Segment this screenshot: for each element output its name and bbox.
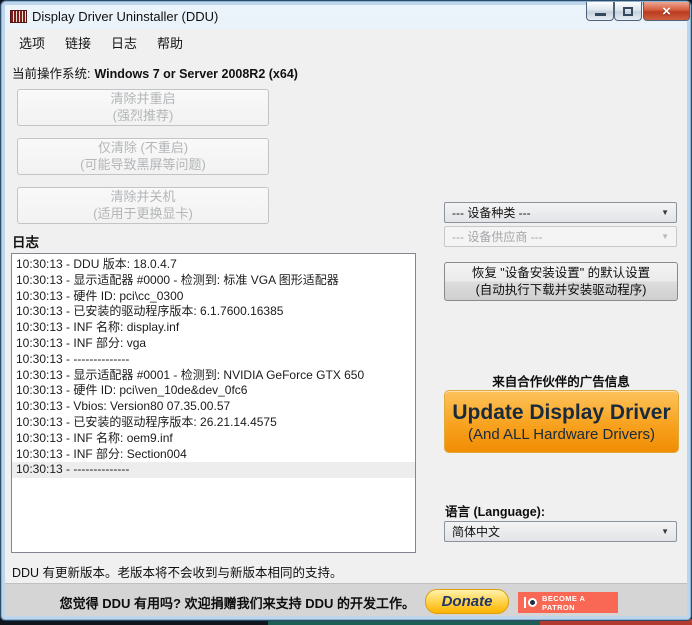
button-sublabel: (可能导致黑屏等问题) <box>18 157 268 174</box>
log-line[interactable]: 10:30:13 - INF 名称: oem9.inf <box>12 431 415 447</box>
button-label: 仅清除 (不重启) <box>18 140 268 157</box>
language-value: 简体中文 <box>452 523 500 540</box>
log-section-label: 日志 <box>12 231 39 251</box>
become-patron-button[interactable]: BECOME A PATRON <box>518 592 618 613</box>
log-line[interactable]: 10:30:13 - -------------- <box>12 462 415 478</box>
ad-button-title: Update Display Driver <box>452 400 670 425</box>
log-line[interactable]: 10:30:13 - Vbios: Version80 07.35.00.57 <box>12 399 415 415</box>
ad-button-subtitle: (And ALL Hardware Drivers) <box>468 425 655 444</box>
menu-bar: 选项 链接 日志 帮助 <box>5 29 687 55</box>
device-vendor-dropdown: --- 设备供应商 --- ▼ <box>444 226 677 247</box>
menu-item-options[interactable]: 选项 <box>9 29 55 56</box>
button-sublabel: (强烈推荐) <box>18 108 268 125</box>
log-line[interactable]: 10:30:13 - INF 名称: display.inf <box>12 320 415 336</box>
log-line[interactable]: 10:30:13 - 显示适配器 #0001 - 检测到: NVIDIA GeF… <box>12 368 415 384</box>
update-display-driver-ad-button[interactable]: Update Display Driver (And ALL Hardware … <box>444 390 679 453</box>
log-line[interactable]: 10:30:13 - INF 部分: vga <box>12 336 415 352</box>
menu-item-help[interactable]: 帮助 <box>147 29 193 56</box>
log-line[interactable]: 10:30:13 - 已安装的驱动程序版本: 6.1.7600.16385 <box>12 304 415 320</box>
close-button[interactable]: × <box>643 2 690 21</box>
language-dropdown[interactable]: 简体中文 ▼ <box>444 521 677 542</box>
title-bar[interactable]: Display Driver Uninstaller (DDU) <box>6 3 571 29</box>
clean-only-button[interactable]: 仅清除 (不重启) (可能导致黑屏等问题) <box>17 138 269 175</box>
language-label: 语言 (Language): <box>445 501 545 520</box>
log-line[interactable]: 10:30:13 - DDU 版本: 18.0.4.7 <box>12 257 415 273</box>
current-os-line: 当前操作系统: Windows 7 or Server 2008R2 (x64) <box>12 63 298 82</box>
button-label: 清除并关机 <box>18 189 268 206</box>
maximize-button[interactable] <box>614 2 642 21</box>
maximize-icon <box>623 7 633 16</box>
button-sublabel: (自动执行下载并安装驱动程序) <box>445 282 677 299</box>
log-line[interactable]: 10:30:13 - 显示适配器 #0000 - 检测到: 标准 VGA 图形适… <box>12 273 415 289</box>
log-line[interactable]: 10:30:13 - INF 部分: Section004 <box>12 447 415 463</box>
donate-label: Donate <box>442 593 493 610</box>
app-icon <box>10 10 27 23</box>
device-type-value: --- 设备种类 --- <box>452 204 531 221</box>
patron-label: BECOME A PATRON <box>542 594 618 612</box>
partner-ad-caption: 来自合作伙伴的广告信息 <box>444 371 678 390</box>
client-area: 选项 链接 日志 帮助 当前操作系统: Windows 7 or Server 2… <box>5 29 687 616</box>
patreon-icon <box>524 597 537 608</box>
current-os-value: Windows 7 or Server 2008R2 (x64) <box>94 67 297 81</box>
window-title: Display Driver Uninstaller (DDU) <box>32 9 218 24</box>
log-box[interactable]: 10:30:13 - DDU 版本: 18.0.4.7 10:30:13 - 显… <box>11 253 416 553</box>
menu-item-links[interactable]: 链接 <box>55 29 101 56</box>
device-type-dropdown[interactable]: --- 设备种类 --- ▼ <box>444 202 677 223</box>
donation-message: 您觉得 DDU 有用吗? 欢迎捐赠我们来支持 DDU 的开发工作。 <box>60 593 415 612</box>
log-line[interactable]: 10:30:13 - 硬件 ID: pci\cc_0300 <box>12 289 415 305</box>
button-label: 恢复 "设备安装设置" 的默认设置 <box>445 265 677 282</box>
clean-and-restart-button[interactable]: 清除并重启 (强烈推荐) <box>17 89 269 126</box>
chevron-down-icon: ▼ <box>661 208 669 217</box>
donate-button[interactable]: Donate <box>425 589 509 614</box>
clean-and-shutdown-button[interactable]: 清除并关机 (适用于更换显卡) <box>17 187 269 224</box>
app-window: Display Driver Uninstaller (DDU) × 选项 链接… <box>0 0 692 621</box>
current-os-label: 当前操作系统: <box>12 67 90 81</box>
minimize-icon <box>595 13 606 16</box>
log-line[interactable]: 10:30:13 - -------------- <box>12 352 415 368</box>
menu-item-log[interactable]: 日志 <box>101 29 147 56</box>
log-line[interactable]: 10:30:13 - 已安装的驱动程序版本: 26.21.14.4575 <box>12 415 415 431</box>
update-status-text: DDU 有更新版本。老版本将不会收到与新版本相同的支持。 <box>12 562 343 581</box>
close-icon: × <box>662 3 671 20</box>
chevron-down-icon: ▼ <box>661 232 669 241</box>
minimize-button[interactable] <box>586 2 614 21</box>
button-label: 清除并重启 <box>18 91 268 108</box>
device-vendor-value: --- 设备供应商 --- <box>452 228 543 245</box>
restore-device-install-settings-button[interactable]: 恢复 "设备安装设置" 的默认设置 (自动执行下载并安装驱动程序) <box>444 262 678 301</box>
chevron-down-icon: ▼ <box>661 527 669 536</box>
footer-bar: 您觉得 DDU 有用吗? 欢迎捐赠我们来支持 DDU 的开发工作。 Donate… <box>5 583 687 616</box>
log-line[interactable]: 10:30:13 - 硬件 ID: pci\ven_10de&dev_0fc6 <box>12 383 415 399</box>
button-sublabel: (适用于更换显卡) <box>18 206 268 223</box>
